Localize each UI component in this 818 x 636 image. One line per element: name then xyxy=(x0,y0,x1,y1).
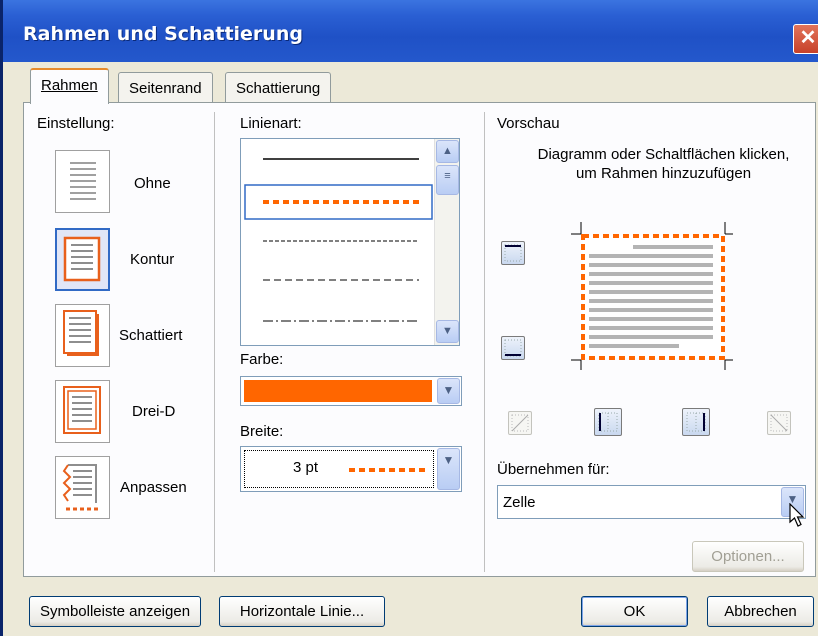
color-swatch xyxy=(244,380,432,402)
options-button[interactable]: Optionen... xyxy=(692,541,804,572)
close-button[interactable]: ✕ xyxy=(793,24,818,54)
apply-to-dropdown[interactable]: Zelle ▼ xyxy=(497,485,806,519)
tab-schattierung-label: Schattierung xyxy=(236,80,321,97)
ok-button[interactable]: OK xyxy=(581,596,688,627)
apply-to-label: Übernehmen für: xyxy=(497,461,610,478)
setting-box-button[interactable] xyxy=(55,228,110,291)
scroll-down-button[interactable]: ▼ xyxy=(436,320,459,343)
tab-rahmen[interactable]: Rahmen xyxy=(30,68,109,104)
tab-seitenrand[interactable]: Seitenrand xyxy=(118,72,213,104)
setting-3d-button[interactable] xyxy=(55,380,110,443)
left-border-button[interactable] xyxy=(594,408,622,436)
diagonal-up-icon xyxy=(511,414,529,432)
setting-none-label: Ohne xyxy=(134,175,171,192)
top-border-icon xyxy=(504,244,522,262)
tab-rahmen-label: Rahmen xyxy=(41,77,98,94)
shadow-border-icon xyxy=(63,310,99,356)
diagonal-down-button[interactable] xyxy=(767,411,791,435)
width-value: 3 pt xyxy=(293,459,319,476)
preview-heading: Vorschau xyxy=(497,115,560,132)
setting-custom-button[interactable] xyxy=(55,456,110,519)
color-dropdown[interactable]: ▼ xyxy=(240,376,462,406)
preview-hint: Diagramm oder Schaltflächen klicken, um … xyxy=(537,146,790,182)
color-dropdown-button[interactable]: ▼ xyxy=(437,378,460,404)
settings-heading: Einstellung: xyxy=(37,115,115,132)
color-label: Farbe: xyxy=(240,351,284,368)
3d-border-icon xyxy=(63,386,101,434)
dialog-title: Rahmen und Schattierung xyxy=(23,23,303,45)
setting-shadow-button[interactable] xyxy=(55,304,110,367)
width-label: Breite: xyxy=(240,423,284,440)
tab-seitenrand-label: Seitenrand xyxy=(129,80,202,97)
diagonal-up-button[interactable] xyxy=(508,411,532,435)
width-dropdown-button[interactable]: ▼ xyxy=(437,448,460,490)
tab-schattierung[interactable]: Schattierung xyxy=(225,72,332,104)
horizontal-line-button[interactable]: Horizontale Linie... xyxy=(219,596,385,627)
apply-to-value: Zelle xyxy=(503,494,536,511)
show-toolbar-button[interactable]: Symbolleiste anzeigen xyxy=(29,596,201,627)
setting-box-label: Kontur xyxy=(130,251,175,268)
width-dropdown[interactable]: 3 pt ▼ xyxy=(240,446,462,492)
setting-shadow-label: Schattiert xyxy=(119,327,183,344)
line-style-options xyxy=(244,158,433,322)
line-style-list[interactable] xyxy=(240,138,460,346)
border-preview[interactable] xyxy=(553,212,733,372)
bottom-border-button[interactable] xyxy=(501,336,525,360)
top-border-button[interactable] xyxy=(501,241,525,265)
line-style-heading: Linienart: xyxy=(240,115,302,132)
bottom-border-icon xyxy=(504,339,522,357)
left-border-icon xyxy=(598,412,618,432)
setting-3d-label: Drei-D xyxy=(132,403,176,420)
right-border-icon xyxy=(686,412,706,432)
cancel-button[interactable]: Abbrechen xyxy=(707,596,814,627)
diagonal-down-icon xyxy=(770,414,788,432)
width-line-sample xyxy=(349,468,429,472)
line-style-scrollbar[interactable]: ▲ ≡ ▼ xyxy=(434,139,459,345)
divider xyxy=(214,112,215,572)
custom-border-icon xyxy=(62,464,98,511)
setting-custom-label: Anpassen xyxy=(120,479,187,496)
none-border-icon xyxy=(70,162,96,200)
scroll-up-button[interactable]: ▲ xyxy=(436,140,459,163)
mouse-cursor-icon xyxy=(789,503,805,527)
setting-none-button[interactable] xyxy=(55,150,110,213)
scroll-thumb[interactable]: ≡ xyxy=(436,165,459,195)
right-border-button[interactable] xyxy=(682,408,710,436)
title-bar[interactable]: Rahmen und Schattierung ✕ xyxy=(3,0,818,62)
box-border-icon xyxy=(63,236,101,282)
divider xyxy=(484,112,485,572)
dialog-window: Rahmen und Schattierung ✕ Rahmen Seitenr… xyxy=(0,0,818,636)
